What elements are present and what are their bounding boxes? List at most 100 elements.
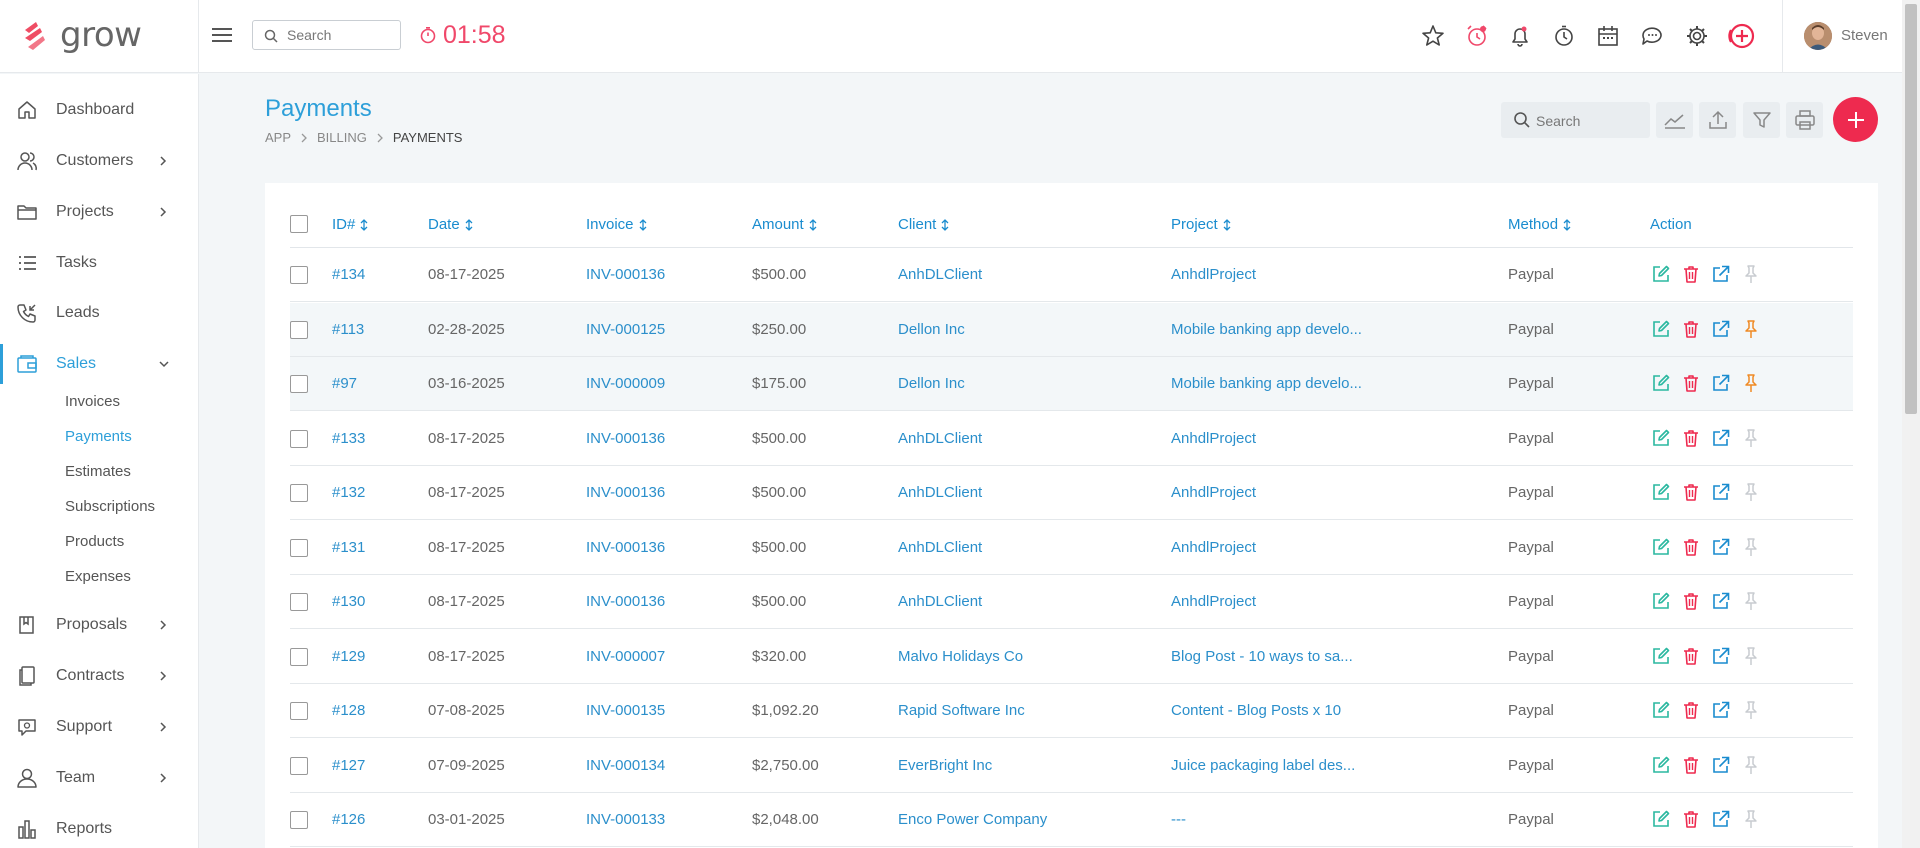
external-link-icon[interactable] <box>1710 372 1732 394</box>
invoice-link[interactable]: INV-000009 <box>586 375 665 392</box>
trash-icon[interactable] <box>1680 318 1702 340</box>
sidebar-item-tasks[interactable]: Tasks <box>0 243 198 283</box>
pin-icon[interactable] <box>1740 699 1762 721</box>
sidebar-subitem-estimates[interactable]: Estimates <box>65 463 131 480</box>
payment-id-link[interactable]: #131 <box>332 539 365 556</box>
row-checkbox[interactable] <box>290 320 308 339</box>
sidebar-subitem-invoices[interactable]: Invoices <box>65 393 120 410</box>
payment-id-link[interactable]: #127 <box>332 757 365 774</box>
row-checkbox[interactable] <box>290 538 308 557</box>
project-link[interactable]: AnhdlProject <box>1171 539 1256 556</box>
sidebar-subitem-subscriptions[interactable]: Subscriptions <box>65 498 155 515</box>
select-all-checkbox[interactable] <box>290 215 308 233</box>
scrollbar-thumb[interactable] <box>1905 4 1917 414</box>
add-circle-icon[interactable] <box>1727 21 1757 51</box>
trash-icon[interactable] <box>1680 372 1702 394</box>
pin-icon[interactable] <box>1740 536 1762 558</box>
pin-icon[interactable] <box>1740 590 1762 612</box>
page-search-input[interactable] <box>1536 111 1641 131</box>
pin-icon[interactable] <box>1740 372 1762 394</box>
sidebar-subitem-expenses[interactable]: Expenses <box>65 568 131 585</box>
row-checkbox[interactable] <box>290 484 308 502</box>
client-link[interactable]: Enco Power Company <box>898 811 1047 828</box>
sidebar-subitem-products[interactable]: Products <box>65 533 124 550</box>
column-header-date[interactable]: Date <box>428 216 473 233</box>
table-row[interactable]: #128 07-08-2025 INV-000135 $1,092.20 Rapid S… <box>290 684 1853 738</box>
calendar-icon[interactable] <box>1595 23 1621 49</box>
pin-icon[interactable] <box>1740 263 1762 285</box>
edit-icon[interactable] <box>1650 808 1672 830</box>
row-checkbox[interactable] <box>290 702 308 720</box>
invoice-link[interactable]: INV-000133 <box>586 811 665 828</box>
pin-icon[interactable] <box>1740 427 1762 449</box>
sidebar-item-sales[interactable]: Sales <box>0 344 198 384</box>
external-link-icon[interactable] <box>1710 536 1732 558</box>
project-link[interactable]: Juice packaging label des... <box>1171 757 1355 774</box>
external-link-icon[interactable] <box>1710 645 1732 667</box>
pin-icon[interactable] <box>1740 754 1762 776</box>
edit-icon[interactable] <box>1650 481 1672 503</box>
row-checkbox[interactable] <box>290 266 308 284</box>
client-link[interactable]: AnhDLClient <box>898 266 982 283</box>
table-row[interactable]: #131 08-17-2025 INV-000136 $500.00 AnhDLClie… <box>290 521 1853 575</box>
client-link[interactable]: Dellon Inc <box>898 321 965 338</box>
external-link-icon[interactable] <box>1710 481 1732 503</box>
pin-icon[interactable] <box>1740 481 1762 503</box>
sidebar-subitem-payments[interactable]: Payments <box>65 428 132 445</box>
sidebar-item-contracts[interactable]: Contracts <box>0 656 198 696</box>
edit-icon[interactable] <box>1650 536 1672 558</box>
column-header-method[interactable]: Method <box>1508 216 1571 233</box>
project-link[interactable]: Blog Post - 10 ways to sa... <box>1171 648 1353 665</box>
invoice-link[interactable]: INV-000135 <box>586 702 665 719</box>
table-row[interactable]: #129 08-17-2025 INV-000007 $320.00 Malvo Hol… <box>290 630 1853 684</box>
global-search-input[interactable] <box>287 25 395 45</box>
sidebar-item-proposals[interactable]: Proposals <box>0 605 198 645</box>
project-link[interactable]: Mobile banking app develo... <box>1171 321 1362 338</box>
trash-icon[interactable] <box>1680 808 1702 830</box>
table-row[interactable]: #127 07-09-2025 INV-000134 $2,750.00 EverBri… <box>290 739 1853 793</box>
table-row[interactable]: #97 03-16-2025 INV-000009 $175.00 Dellon Inc… <box>290 357 1853 411</box>
client-link[interactable]: AnhDLClient <box>898 539 982 556</box>
edit-icon[interactable] <box>1650 699 1672 721</box>
menu-toggle-icon[interactable] <box>210 24 234 46</box>
pin-icon[interactable] <box>1740 318 1762 340</box>
invoice-link[interactable]: INV-000136 <box>586 266 665 283</box>
edit-icon[interactable] <box>1650 754 1672 776</box>
trash-icon[interactable] <box>1680 427 1702 449</box>
external-link-icon[interactable] <box>1710 318 1732 340</box>
running-timer[interactable]: 01:58 <box>419 18 506 52</box>
filter-button[interactable] <box>1743 102 1780 138</box>
table-row[interactable]: #133 08-17-2025 INV-000136 $500.00 AnhDLClie… <box>290 412 1853 466</box>
column-header-id[interactable]: ID# <box>332 216 368 233</box>
row-checkbox[interactable] <box>290 429 308 448</box>
project-link[interactable]: AnhdlProject <box>1171 593 1256 610</box>
payment-id-link[interactable]: #130 <box>332 593 365 610</box>
table-row[interactable]: #126 03-01-2025 INV-000133 $2,048.00 Enco Po… <box>290 793 1853 847</box>
external-link-icon[interactable] <box>1710 263 1732 285</box>
sidebar-item-team[interactable]: Team <box>0 758 198 798</box>
stopwatch-icon[interactable] <box>1551 23 1577 49</box>
column-header-client[interactable]: Client <box>898 216 949 233</box>
column-header-amount[interactable]: Amount <box>752 216 817 233</box>
edit-icon[interactable] <box>1650 263 1672 285</box>
trash-icon[interactable] <box>1680 699 1702 721</box>
project-link[interactable]: Content - Blog Posts x 10 <box>1171 702 1341 719</box>
client-link[interactable]: Dellon Inc <box>898 375 965 392</box>
payment-id-link[interactable]: #113 <box>332 321 364 338</box>
bell-icon[interactable] <box>1507 23 1533 49</box>
invoice-link[interactable]: INV-000136 <box>586 593 665 610</box>
global-search[interactable] <box>252 20 401 50</box>
edit-icon[interactable] <box>1650 318 1672 340</box>
row-checkbox[interactable] <box>290 756 308 775</box>
pin-icon[interactable] <box>1740 808 1762 830</box>
edit-icon[interactable] <box>1650 372 1672 394</box>
edit-icon[interactable] <box>1650 645 1672 667</box>
trash-icon[interactable] <box>1680 590 1702 612</box>
column-header-invoice[interactable]: Invoice <box>586 216 647 233</box>
sidebar-item-reports[interactable]: Reports <box>0 809 198 848</box>
payment-id-link[interactable]: #97 <box>332 375 357 392</box>
row-checkbox[interactable] <box>290 647 308 666</box>
invoice-link[interactable]: INV-000136 <box>586 484 665 501</box>
client-link[interactable]: Malvo Holidays Co <box>898 648 1023 665</box>
external-link-icon[interactable] <box>1710 699 1732 721</box>
